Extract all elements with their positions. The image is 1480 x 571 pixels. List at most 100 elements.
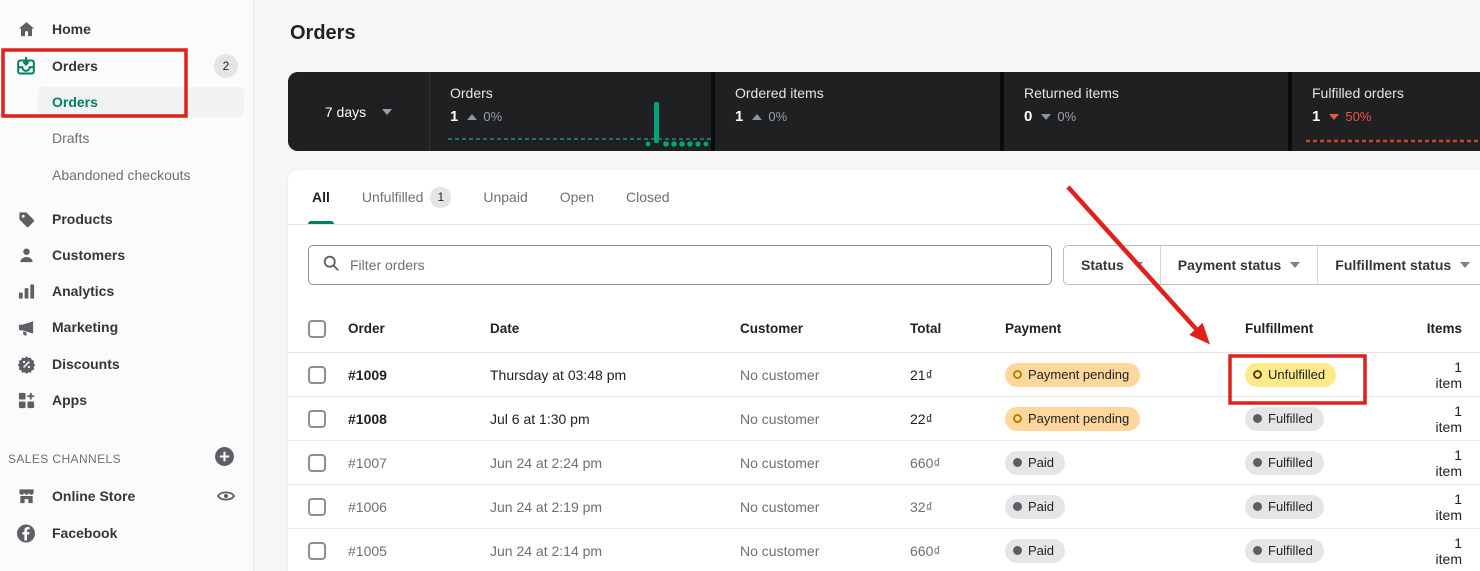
apps-icon: [16, 390, 36, 410]
row-checkbox[interactable]: [308, 365, 326, 384]
search-input[interactable]: [350, 257, 1051, 273]
fulfillment-status-badge: Fulfilled: [1245, 494, 1324, 519]
column-header: Date: [490, 321, 520, 336]
caret-down-icon: [1290, 262, 1301, 268]
bar-chart-icon: [16, 281, 36, 301]
sidebar-item-apps[interactable]: Apps: [0, 383, 254, 417]
add-sales-channel-icon[interactable]: [214, 446, 235, 472]
filter-buttons: Status Payment status Fulfillment status: [1063, 245, 1480, 285]
row-checkbox[interactable]: [308, 541, 326, 560]
paid-dot-icon: [1013, 458, 1022, 467]
payment-status-badge: Payment pending: [1005, 362, 1141, 387]
column-header: Items: [1426, 321, 1462, 336]
row-checkbox[interactable]: [308, 497, 326, 516]
storefront-icon: [16, 486, 36, 506]
fulfillment-status-badge: Fulfilled: [1245, 406, 1324, 431]
payment-status-badge: Payment pending: [1005, 406, 1141, 431]
fulfilled-dot-icon: [1253, 458, 1262, 467]
orders-count-badge: 2: [214, 54, 238, 78]
fulfillment-status-badge: Unfulfilled: [1245, 362, 1337, 387]
trend-up-icon: [467, 113, 478, 120]
sidebar-item-label: Orders: [52, 58, 98, 74]
table-row[interactable]: #1007 Jun 24 at 2:24 pm No customer 660₫…: [288, 441, 1480, 485]
date-range-selector[interactable]: 7 days: [288, 72, 430, 151]
column-header: Order: [348, 321, 385, 336]
filter-orders-search[interactable]: [308, 245, 1052, 285]
orders-icon: [16, 56, 36, 76]
payment-status-filter-button[interactable]: Payment status: [1159, 246, 1317, 284]
payment-status-badge: Paid: [1005, 450, 1066, 475]
tab-unpaid[interactable]: Unpaid: [467, 170, 543, 224]
facebook-icon: [16, 523, 36, 543]
sidebar-subitem-drafts[interactable]: Drafts: [0, 123, 254, 153]
trend-down-icon: [1041, 113, 1052, 120]
sidebar-item-analytics[interactable]: Analytics: [0, 274, 254, 308]
sidebar: Home Orders 2 Orders Drafts Abandoned ch…: [0, 0, 254, 571]
orders-panel: All Unfulfilled 1 Unpaid Open Closed Sta…: [288, 170, 1480, 571]
table-header: Order Date Customer Total Payment Fulfil…: [288, 305, 1480, 353]
table-row[interactable]: #1009 Thursday at 03:48 pm No customer 2…: [288, 353, 1480, 397]
fulfillment-status-filter-button[interactable]: Fulfillment status: [1317, 246, 1480, 284]
filter-row: Status Payment status Fulfillment status: [288, 245, 1480, 285]
caret-down-icon: [1460, 262, 1471, 268]
pending-ring-icon: [1013, 370, 1022, 379]
caret-down-icon: [1132, 262, 1143, 268]
sidebar-item-customers[interactable]: Customers: [0, 238, 254, 272]
tab-all[interactable]: All: [296, 170, 346, 224]
payment-status-badge: Paid: [1005, 494, 1066, 519]
sidebar-subitem-orders[interactable]: Orders: [0, 87, 254, 117]
analytics-bar: 7 days Orders 1 0% Ordered items 1 0% Re…: [288, 72, 1480, 151]
tab-unfulfilled-badge: 1: [430, 186, 452, 208]
order-tabs: All Unfulfilled 1 Unpaid Open Closed: [288, 170, 1480, 225]
stat-card-orders: 7 days Orders 1 0%: [288, 72, 711, 151]
tab-closed[interactable]: Closed: [610, 170, 686, 224]
sidebar-item-facebook[interactable]: Facebook: [0, 516, 254, 550]
table-row[interactable]: #1005 Jun 24 at 2:14 pm No customer 660₫…: [288, 529, 1480, 571]
status-filter-button[interactable]: Status: [1064, 246, 1160, 284]
column-header: Fulfillment: [1245, 321, 1314, 336]
paid-dot-icon: [1013, 546, 1022, 555]
trend-down-icon: [1329, 113, 1340, 120]
sidebar-subitem-abandoned-checkouts[interactable]: Abandoned checkouts: [0, 160, 254, 190]
stat-card-ordered-items: Ordered items 1 0%: [715, 72, 1000, 151]
select-all-checkbox[interactable]: [308, 319, 326, 338]
stat-orders: Orders 1 0%: [450, 85, 503, 125]
tab-open[interactable]: Open: [544, 170, 610, 224]
unfulfilled-ring-icon: [1253, 370, 1262, 379]
eye-icon[interactable]: [216, 486, 236, 506]
tag-icon: [16, 209, 36, 229]
payment-status-badge: Paid: [1005, 538, 1066, 563]
fulfilled-dot-icon: [1253, 502, 1262, 511]
row-checkbox[interactable]: [308, 409, 326, 428]
sidebar-item-orders[interactable]: Orders 2: [0, 49, 254, 83]
paid-dot-icon: [1013, 502, 1022, 511]
table-row[interactable]: #1006 Jun 24 at 2:19 pm No customer 32₫ …: [288, 485, 1480, 529]
sidebar-item-products[interactable]: Products: [0, 202, 254, 236]
megaphone-icon: [16, 317, 36, 337]
search-icon: [322, 254, 340, 277]
fulfilled-dot-icon: [1253, 414, 1262, 423]
table-row[interactable]: #1008 Jul 6 at 1:30 pm No customer 22₫ P…: [288, 397, 1480, 441]
sidebar-item-label: Home: [52, 21, 91, 37]
column-header: Payment: [1005, 321, 1062, 336]
stat-card-fulfilled-orders: Fulfilled orders 1 50%: [1292, 72, 1480, 151]
home-icon: [16, 19, 36, 39]
sidebar-item-online-store[interactable]: Online Store: [0, 479, 254, 513]
sales-channels-label: SALES CHANNELS: [8, 452, 121, 466]
trend-up-icon: [752, 113, 763, 120]
fulfillment-status-badge: Fulfilled: [1245, 538, 1324, 563]
sidebar-item-home[interactable]: Home: [0, 12, 254, 46]
fulfillment-status-badge: Fulfilled: [1245, 450, 1324, 475]
sales-channels-header: SALES CHANNELS: [8, 446, 246, 472]
column-header: Customer: [740, 321, 804, 336]
row-checkbox[interactable]: [308, 453, 326, 472]
discount-icon: [16, 354, 36, 374]
stat-card-returned-items: Returned items 0 0%: [1004, 72, 1288, 151]
sidebar-item-discounts[interactable]: Discounts: [0, 347, 254, 381]
column-header: Total: [910, 321, 942, 336]
person-icon: [16, 245, 36, 265]
caret-down-icon: [382, 108, 393, 115]
tab-unfulfilled[interactable]: Unfulfilled 1: [346, 170, 467, 224]
pending-ring-icon: [1013, 414, 1022, 423]
sidebar-item-marketing[interactable]: Marketing: [0, 310, 254, 344]
